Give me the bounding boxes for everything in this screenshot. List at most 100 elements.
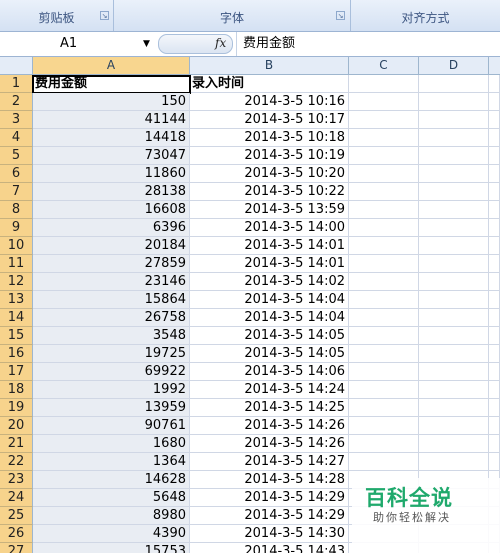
cell-c[interactable] [349, 435, 419, 453]
cell-c[interactable] [349, 147, 419, 165]
cell-e[interactable] [489, 93, 500, 111]
cell-a[interactable]: 90761 [33, 417, 190, 435]
row-header[interactable]: 3 [0, 111, 33, 129]
cell-e[interactable] [489, 165, 500, 183]
cell-b[interactable]: 2014-3-5 14:01 [190, 255, 349, 273]
cell-e[interactable] [489, 363, 500, 381]
cell-e[interactable] [489, 327, 500, 345]
row-header[interactable]: 27 [0, 543, 33, 553]
row-header[interactable]: 15 [0, 327, 33, 345]
cell-c[interactable] [349, 291, 419, 309]
row-header[interactable]: 1 [0, 75, 33, 93]
cell-d[interactable] [419, 291, 489, 309]
cell-b[interactable]: 2014-3-5 14:25 [190, 399, 349, 417]
row-header[interactable]: 13 [0, 291, 33, 309]
cell-a[interactable]: 15753 [33, 543, 190, 553]
row-header[interactable]: 23 [0, 471, 33, 489]
cell-a[interactable]: 69922 [33, 363, 190, 381]
cell-d[interactable] [419, 165, 489, 183]
cell-d[interactable] [419, 93, 489, 111]
cell-d[interactable] [419, 453, 489, 471]
row-header[interactable]: 18 [0, 381, 33, 399]
cell-a[interactable]: 15864 [33, 291, 190, 309]
row-header[interactable]: 4 [0, 129, 33, 147]
select-all-button[interactable] [0, 57, 33, 74]
cell-c[interactable] [349, 219, 419, 237]
cell-b[interactable]: 2014-3-5 14:27 [190, 453, 349, 471]
cell-a[interactable]: 73047 [33, 147, 190, 165]
cell-c[interactable] [349, 381, 419, 399]
cell-a[interactable]: 26758 [33, 309, 190, 327]
cell-a[interactable]: 14418 [33, 129, 190, 147]
cell-c[interactable] [349, 93, 419, 111]
cell-c[interactable] [349, 327, 419, 345]
cell-b[interactable]: 2014-3-5 14:05 [190, 345, 349, 363]
cell-c[interactable] [349, 111, 419, 129]
cell-b[interactable]: 2014-3-5 10:18 [190, 129, 349, 147]
cell-b[interactable]: 2014-3-5 14:28 [190, 471, 349, 489]
cell-a[interactable]: 14628 [33, 471, 190, 489]
cell-a[interactable]: 4390 [33, 525, 190, 543]
cell-e[interactable] [489, 219, 500, 237]
cell-d[interactable] [419, 237, 489, 255]
row-header[interactable]: 17 [0, 363, 33, 381]
row-header[interactable]: 25 [0, 507, 33, 525]
cell-b[interactable]: 2014-3-5 14:05 [190, 327, 349, 345]
cell-a[interactable]: 27859 [33, 255, 190, 273]
cell-c[interactable] [349, 453, 419, 471]
cell-c[interactable] [349, 345, 419, 363]
cell-b[interactable]: 2014-3-5 14:00 [190, 219, 349, 237]
cell-d[interactable] [419, 363, 489, 381]
cell-c[interactable] [349, 273, 419, 291]
row-header[interactable]: 9 [0, 219, 33, 237]
cell-a[interactable]: 费用金额 [33, 75, 190, 93]
cell-b[interactable]: 2014-3-5 14:04 [190, 291, 349, 309]
cell-e[interactable] [489, 273, 500, 291]
cell-c[interactable] [349, 363, 419, 381]
cell-e[interactable] [489, 255, 500, 273]
cell-b[interactable]: 2014-3-5 10:17 [190, 111, 349, 129]
cell-d[interactable] [419, 147, 489, 165]
cell-b[interactable]: 2014-3-5 14:06 [190, 363, 349, 381]
row-header[interactable]: 26 [0, 525, 33, 543]
cell-e[interactable] [489, 75, 500, 93]
cell-b[interactable]: 2014-3-5 10:22 [190, 183, 349, 201]
cell-a[interactable]: 5648 [33, 489, 190, 507]
column-header-e[interactable] [489, 57, 500, 74]
row-header[interactable]: 21 [0, 435, 33, 453]
cell-b[interactable]: 2014-3-5 10:20 [190, 165, 349, 183]
cell-a[interactable]: 13959 [33, 399, 190, 417]
cell-e[interactable] [489, 381, 500, 399]
row-header[interactable]: 2 [0, 93, 33, 111]
cell-a[interactable]: 23146 [33, 273, 190, 291]
row-header[interactable]: 5 [0, 147, 33, 165]
cell-e[interactable] [489, 309, 500, 327]
row-header[interactable]: 8 [0, 201, 33, 219]
cell-e[interactable] [489, 453, 500, 471]
cell-c[interactable] [349, 129, 419, 147]
cell-c[interactable] [349, 201, 419, 219]
row-header[interactable]: 20 [0, 417, 33, 435]
cell-d[interactable] [419, 273, 489, 291]
cell-d[interactable] [419, 381, 489, 399]
cell-a[interactable]: 1680 [33, 435, 190, 453]
cell-a[interactable]: 19725 [33, 345, 190, 363]
cell-a[interactable]: 16608 [33, 201, 190, 219]
cell-d[interactable] [419, 399, 489, 417]
cell-c[interactable] [349, 417, 419, 435]
cell-a[interactable]: 6396 [33, 219, 190, 237]
cell-d[interactable] [419, 327, 489, 345]
column-header-c[interactable]: C [349, 57, 419, 74]
cell-b[interactable]: 2014-3-5 13:59 [190, 201, 349, 219]
formula-input[interactable]: 费用金额 [243, 34, 295, 54]
dialog-launcher-icon[interactable]: ↘ [100, 11, 109, 20]
row-header[interactable]: 11 [0, 255, 33, 273]
dropdown-arrow-icon[interactable]: ▼ [143, 34, 150, 54]
cell-d[interactable] [419, 309, 489, 327]
cell-a[interactable]: 8980 [33, 507, 190, 525]
cell-b[interactable]: 2014-3-5 10:16 [190, 93, 349, 111]
column-header-d[interactable]: D [419, 57, 489, 74]
cell-c[interactable] [349, 183, 419, 201]
row-header[interactable]: 12 [0, 273, 33, 291]
cell-b[interactable]: 2014-3-5 14:26 [190, 417, 349, 435]
